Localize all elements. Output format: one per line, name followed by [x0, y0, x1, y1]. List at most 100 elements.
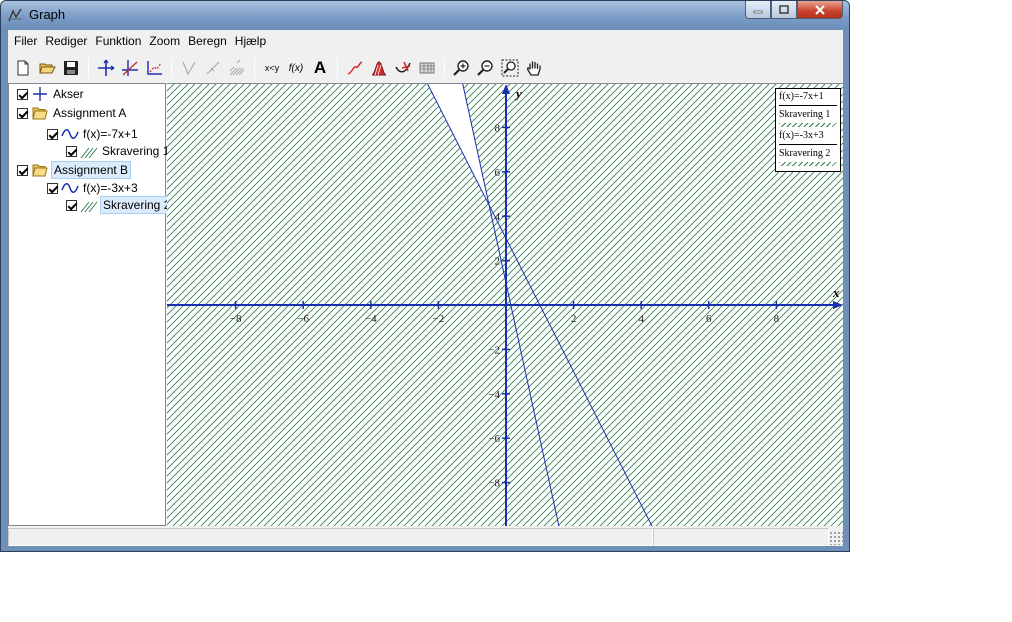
x-axis-label: x: [832, 285, 840, 300]
point-icon: [395, 61, 411, 73]
menu-bar: Filer Rediger Funktion Zoom Beregn Hjælp: [8, 30, 843, 52]
tree-checkbox[interactable]: [17, 88, 28, 100]
legend-entry-function-b: f(x)=-3x+3: [779, 130, 824, 141]
resize-grip[interactable]: [829, 531, 843, 545]
intersect-button[interactable]: [118, 57, 142, 79]
maximize-button[interactable]: [771, 1, 797, 19]
close-button[interactable]: [797, 1, 843, 19]
folder-icon: [32, 164, 48, 177]
toolbar-separator: [337, 58, 338, 78]
title-bar[interactable]: Graph: [1, 1, 849, 29]
app-icon: [8, 8, 22, 22]
tree-item-assignment-a[interactable]: Assignment A: [17, 104, 128, 122]
legend-hatch-swatch: [779, 162, 837, 166]
save-button[interactable]: [59, 57, 83, 79]
menu-hjaelp[interactable]: Hjælp: [231, 30, 270, 52]
tree-item-function-a[interactable]: f(x)=-7x+1: [47, 125, 140, 143]
tree-label: Skravering 2: [100, 196, 174, 214]
pan-button[interactable]: [522, 57, 546, 79]
tree-item-shading-2[interactable]: Skravering 2: [66, 196, 174, 214]
tree-item-assignment-b[interactable]: Assignment B: [17, 161, 132, 179]
shading-button[interactable]: [225, 57, 249, 79]
graph-plot[interactable]: x y −8 −6 −4 −2 2 4 6 8 8 6 4 2 −2 −4 −6 −8: [167, 84, 843, 526]
tree-checkbox[interactable]: [47, 128, 58, 140]
normal-button[interactable]: [201, 57, 225, 79]
y-tick-label: 6: [495, 167, 501, 179]
toolbar-separator: [444, 58, 445, 78]
insert-relation-button[interactable]: x<y: [260, 57, 284, 79]
insert-relation-icon: x<y: [264, 63, 280, 73]
tree-label: Akser: [53, 87, 84, 101]
tangent-icon: [182, 61, 196, 76]
x-tick-label: −6: [297, 313, 309, 325]
zoom-window-icon: [501, 59, 519, 77]
legend[interactable]: f(x)=-7x+1 Skravering 1 f(x)=-3x+3 Skrav…: [775, 88, 841, 172]
save-icon: [64, 61, 78, 75]
new-file-button[interactable]: [11, 57, 35, 79]
insert-label-icon: A: [313, 58, 327, 77]
insert-function-icon: f(x): [288, 62, 304, 74]
y-tick-label: 4: [495, 211, 501, 223]
element-tree[interactable]: Akser Assignment A f(x)=-7x+1 Skravering…: [8, 83, 174, 526]
graph-area[interactable]: x y −8 −6 −4 −2 2 4 6 8 8 6 4 2 −2 −4 −6 −8 f(x)=-7x+1 Sk…: [167, 83, 843, 526]
window-title: Graph: [29, 7, 66, 22]
shading-icon: [80, 147, 98, 159]
tree-item-shading-1[interactable]: Skravering 1: [66, 142, 171, 160]
table-icon: [419, 62, 435, 74]
tree-item-function-b[interactable]: f(x)=-3x+3: [47, 179, 140, 197]
client-area: Filer Rediger Funktion Zoom Beregn Hjælp: [8, 30, 843, 546]
insert-series-button[interactable]: [343, 57, 367, 79]
tree-checkbox[interactable]: [17, 107, 28, 119]
table-button[interactable]: [415, 57, 439, 79]
y-tick-label: −2: [488, 344, 500, 356]
legend-line-swatch: [779, 105, 837, 106]
tree-checkbox[interactable]: [66, 199, 77, 211]
status-panel: [8, 528, 653, 546]
axes-button[interactable]: [94, 57, 118, 79]
tree-checkbox[interactable]: [17, 164, 28, 176]
shading-icon: [80, 201, 98, 213]
function-icon: [61, 129, 79, 139]
zoom-in-button[interactable]: [450, 57, 474, 79]
open-button[interactable]: [35, 57, 59, 79]
x-tick-label: 2: [571, 313, 577, 325]
tangent-button[interactable]: [177, 57, 201, 79]
status-panel: [653, 528, 829, 546]
edit-axes-button[interactable]: [142, 57, 166, 79]
insert-label-button[interactable]: A: [308, 57, 332, 79]
menu-filer[interactable]: Filer: [10, 30, 41, 52]
insert-function-button[interactable]: f(x): [284, 57, 308, 79]
app-window: Graph Filer Rediger Funktion Zoom Beregn…: [0, 0, 850, 552]
tree-checkbox[interactable]: [47, 182, 58, 194]
axes-icon: [33, 87, 47, 101]
minimize-icon: [753, 10, 763, 13]
menu-rediger[interactable]: Rediger: [41, 30, 91, 52]
area-button[interactable]: [367, 57, 391, 79]
x-tick-label: 6: [706, 313, 712, 325]
x-tick-label: 8: [774, 313, 780, 325]
legend-entry-function-a: f(x)=-7x+1: [779, 91, 824, 102]
tree-label: f(x)=-3x+3: [83, 181, 138, 195]
toolbar: x<y f(x) A: [8, 55, 843, 81]
y-tick-label: −4: [488, 389, 500, 401]
tree-label: f(x)=-7x+1: [83, 127, 138, 141]
pan-hand-icon: [526, 61, 541, 76]
menu-beregn[interactable]: Beregn: [184, 30, 231, 52]
tree-item-akser[interactable]: Akser: [17, 85, 86, 103]
menu-zoom[interactable]: Zoom: [145, 30, 184, 52]
shading-icon: [229, 59, 245, 76]
legend-hatch-swatch: [779, 123, 837, 127]
minimize-button[interactable]: [745, 1, 771, 19]
folder-icon: [32, 107, 48, 120]
insert-point-button[interactable]: [391, 57, 415, 79]
maximize-icon: [779, 5, 789, 14]
zoom-window-button[interactable]: [498, 57, 522, 79]
y-axis-label: y: [514, 86, 522, 101]
y-tick-label: −8: [488, 478, 500, 490]
area-icon: [371, 61, 387, 76]
zoom-out-button[interactable]: [474, 57, 498, 79]
tree-label: Assignment B: [51, 161, 132, 179]
y-tick-label: 2: [495, 256, 501, 268]
menu-funktion[interactable]: Funktion: [91, 30, 145, 52]
tree-checkbox[interactable]: [66, 145, 77, 157]
